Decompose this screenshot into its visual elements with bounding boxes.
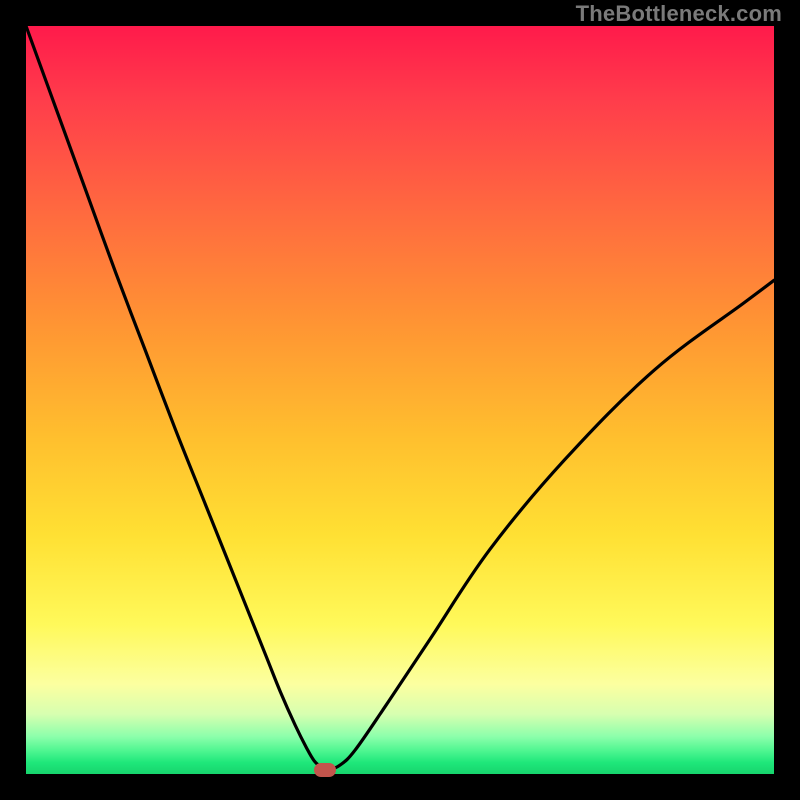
bottleneck-curve-svg [26,26,774,774]
watermark-text: TheBottleneck.com [576,1,782,27]
chart-frame: TheBottleneck.com [0,0,800,800]
plot-area [26,26,774,774]
bottleneck-curve [26,26,774,770]
optimal-point-marker [314,763,336,777]
